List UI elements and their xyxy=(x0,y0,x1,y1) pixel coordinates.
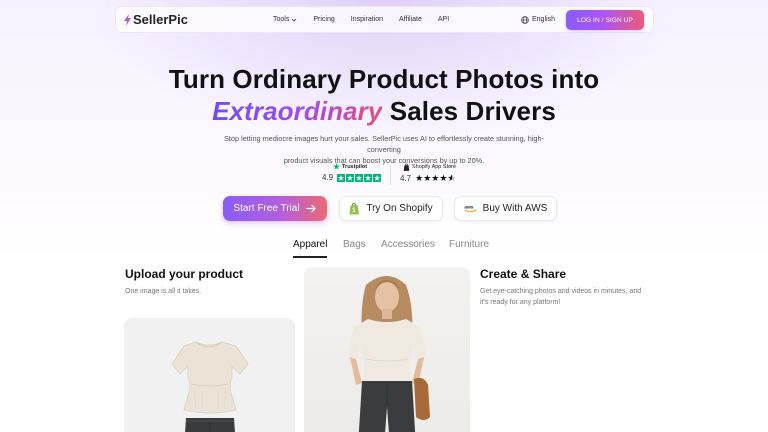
shopify-stars: ★★★★★★ xyxy=(415,173,456,183)
hero-title-rest: Sales Drivers xyxy=(382,96,556,126)
shopify-rating[interactable]: Shopify App Store 4.7 ★★★★★★ xyxy=(400,163,462,183)
trustpilot-label: Trustpilot xyxy=(342,163,368,170)
tab-bags[interactable]: Bags xyxy=(343,239,366,250)
nav-link-tools[interactable]: Tools xyxy=(273,16,297,23)
login-signup-button[interactable]: LOG IN / SIGN UP xyxy=(566,10,644,30)
start-free-trial-button[interactable]: Start Free Trial xyxy=(223,196,327,221)
trustpilot-stars xyxy=(337,173,382,182)
nav-link-label: Tools xyxy=(273,16,290,23)
language-selector[interactable]: English xyxy=(521,7,555,32)
hero-title-line2: Extraordinary Sales Drivers xyxy=(0,96,768,127)
arrow-right-icon xyxy=(305,204,316,213)
shopify-score: 4.7 xyxy=(400,174,412,183)
rating-divider xyxy=(390,165,391,185)
hero-subtitle-line1: Stop letting mediocre images hurt your s… xyxy=(224,134,544,154)
logo-text: SellerPic xyxy=(133,12,188,27)
hero-subtitle: Stop letting mediocre images hurt your s… xyxy=(208,133,560,166)
create-share-text: Get eye-catching photos and videos in mi… xyxy=(480,286,641,308)
shopify-bag-icon xyxy=(349,203,360,215)
trustpilot-score: 4.9 xyxy=(322,173,334,182)
model-photo xyxy=(304,267,470,432)
start-free-trial-label: Start Free Trial xyxy=(233,203,300,214)
nav-link-pricing[interactable]: Pricing xyxy=(313,16,334,23)
try-on-shopify-button[interactable]: Try On Shopify xyxy=(339,196,443,221)
garment-illustration xyxy=(171,341,249,432)
create-share-title: Create & Share xyxy=(480,267,567,281)
star-icon xyxy=(373,173,382,182)
logo[interactable]: SellerPic xyxy=(124,12,188,27)
language-label: English xyxy=(532,16,555,23)
active-tab-indicator xyxy=(293,256,327,258)
star-icon xyxy=(364,173,373,182)
hero-title-line1: Turn Ordinary Product Photos into xyxy=(168,64,600,94)
top-navbar: SellerPic Tools Pricing Inspiration Affi… xyxy=(115,6,654,33)
trustpilot-brand: Trustpilot xyxy=(322,163,384,170)
upload-title: Upload your product xyxy=(125,267,243,281)
trustpilot-rating[interactable]: Trustpilot 4.9 xyxy=(322,163,384,182)
globe-icon xyxy=(521,15,529,24)
trustpilot-star-icon xyxy=(333,163,340,170)
model-illustration xyxy=(348,276,430,432)
chevron-down-icon xyxy=(292,18,297,22)
shopify-label: Shopify App Store xyxy=(412,164,457,170)
hero-title-highlight: Extraordinary xyxy=(212,96,383,126)
star-icon xyxy=(346,173,355,182)
buy-with-aws-label: Buy With AWS xyxy=(482,203,548,214)
tab-furniture[interactable]: Furniture xyxy=(449,239,489,250)
nav-link-inspiration[interactable]: Inspiration xyxy=(351,16,383,23)
nav-link-api[interactable]: API xyxy=(438,16,449,23)
product-image xyxy=(124,318,295,432)
nav-link-affiliate[interactable]: Affiliate xyxy=(399,16,422,23)
create-share-text-line1: Get eye-catching photos and videos in mi… xyxy=(480,288,642,295)
shopify-brand: Shopify App Store xyxy=(400,163,462,171)
nav-links: Tools Pricing Inspiration Affiliate API xyxy=(273,7,465,32)
category-tabs: Apparel Bags Accessories Furniture xyxy=(0,239,768,259)
tab-apparel[interactable]: Apparel xyxy=(293,239,327,250)
tab-accessories[interactable]: Accessories xyxy=(381,239,435,250)
upload-text: One image is all it takes. xyxy=(125,288,202,295)
hero-subtitle-line2: product visuals that can boost your conv… xyxy=(283,156,485,165)
bolt-logo-icon xyxy=(124,14,131,26)
try-on-shopify-label: Try On Shopify xyxy=(366,203,433,214)
aws-logo-icon: aws xyxy=(464,206,476,213)
create-share-text-line2: it's ready for any platform! xyxy=(480,299,561,306)
shopify-bag-icon xyxy=(403,163,410,171)
svg-text:aws: aws xyxy=(464,206,474,211)
star-icon xyxy=(337,173,346,182)
star-icon xyxy=(355,173,364,182)
buy-with-aws-button[interactable]: aws Buy With AWS xyxy=(454,196,557,221)
